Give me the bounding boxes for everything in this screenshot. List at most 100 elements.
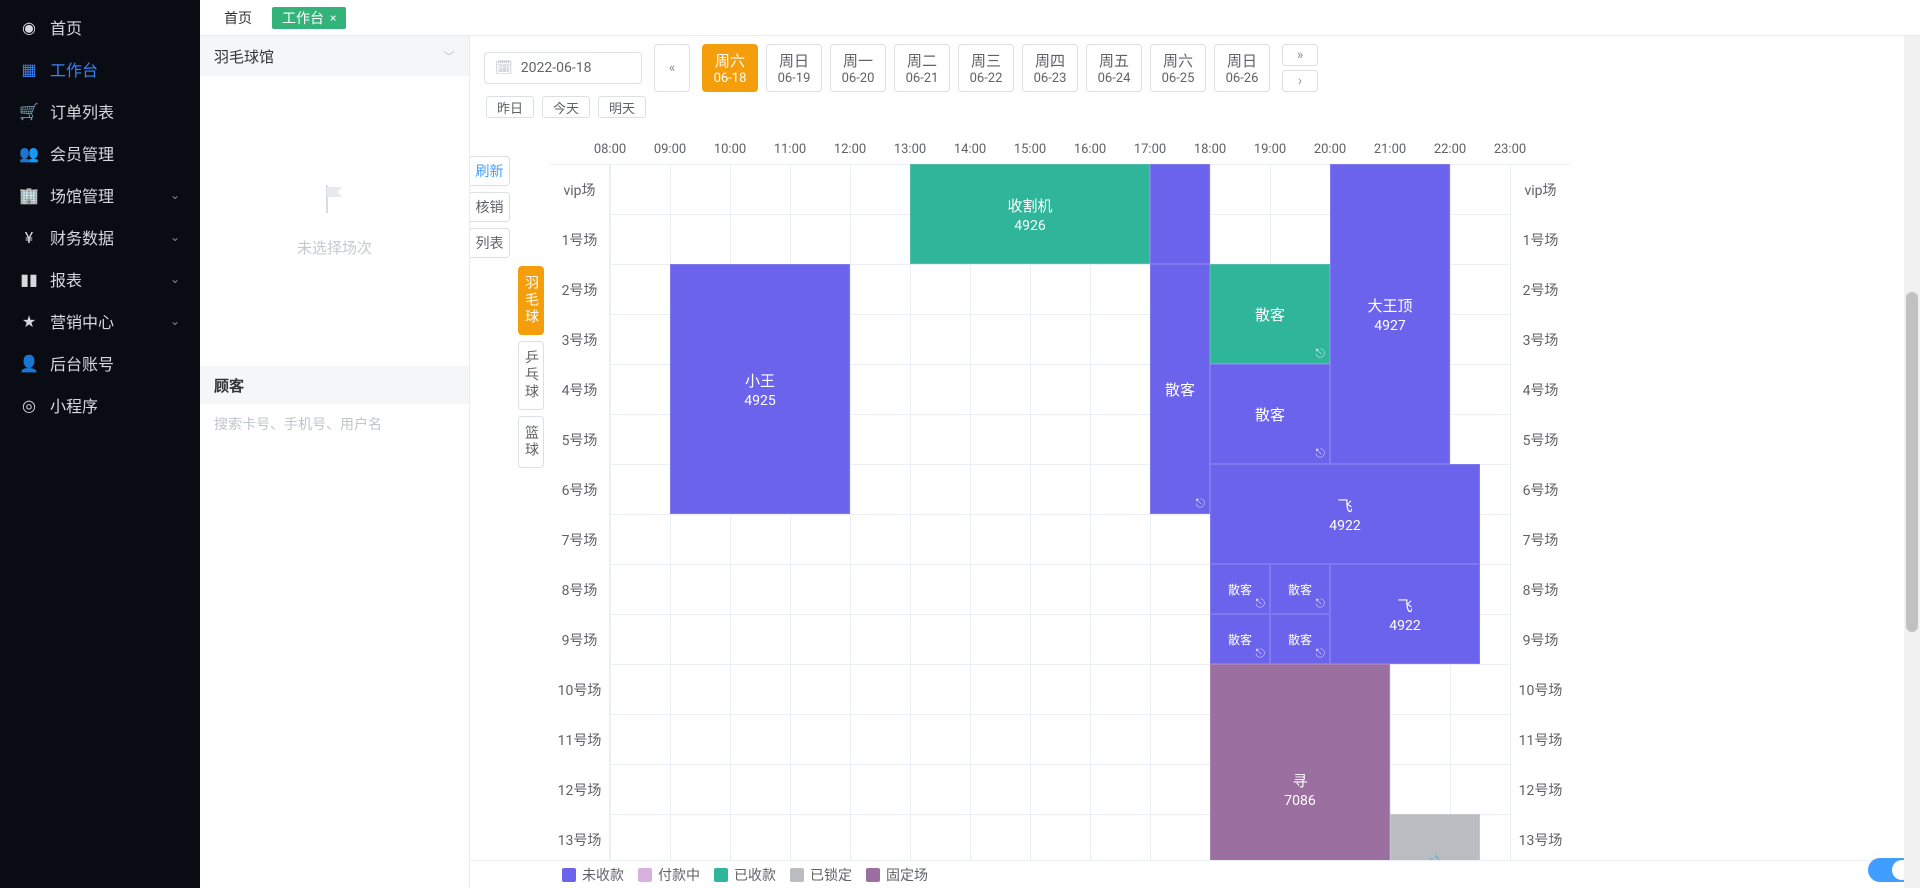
court-label-right: 7号场 xyxy=(1510,515,1570,565)
sport-tab-1[interactable]: 乒乓球 xyxy=(518,341,544,410)
no-selection-text: 未选择场次 xyxy=(297,237,372,258)
time-label: 19:00 xyxy=(1254,142,1286,157)
court-label-left: 3号场 xyxy=(550,315,610,365)
nav-next-day[interactable]: › xyxy=(1282,70,1318,92)
sidebar-item-2[interactable]: 🛒订单列表 xyxy=(0,90,200,132)
side-chip-2[interactable]: 列表 xyxy=(470,228,510,258)
day-date: 06-22 xyxy=(970,71,1003,86)
sidebar-item-7[interactable]: ★营销中心⌄ xyxy=(0,300,200,342)
schedule-grid[interactable]: 08:0009:0010:0011:0012:0013:0014:0015:00… xyxy=(550,136,1920,860)
legend-label: 已锁定 xyxy=(810,865,852,885)
day-dow: 周四 xyxy=(1035,50,1065,71)
tab-label: 工作台 xyxy=(282,8,324,28)
day-dow: 周一 xyxy=(843,50,873,71)
sidebar-item-3[interactable]: 👥会员管理 xyxy=(0,132,200,174)
sidebar-item-4[interactable]: 🏢场馆管理⌄ xyxy=(0,174,200,216)
sidebar-item-1[interactable]: ▦工作台 xyxy=(0,48,200,90)
court-label-right: 11号场 xyxy=(1510,715,1570,765)
day-dow: 周三 xyxy=(971,50,1001,71)
caret-down-icon: ﹀ xyxy=(443,48,455,65)
quick-button-2[interactable]: 明天 xyxy=(598,96,646,118)
booking-block[interactable]: 大王顶4927 xyxy=(1330,164,1450,464)
time-label: 08:00 xyxy=(594,142,626,157)
row-area: vip场vip场1号场1号场2号场2号场3号场3号场4号场4号场5号场5号场6号… xyxy=(550,164,1570,860)
date-input[interactable]: 🗓 2022-06-18 xyxy=(484,52,642,84)
legend-swatch xyxy=(790,868,804,882)
booking-name: 散客 xyxy=(1288,631,1312,648)
chevron-down-icon: ⌄ xyxy=(170,230,180,244)
legend-item: 固定场 xyxy=(866,865,928,885)
court-row[interactable]: 10号场10号场 xyxy=(550,664,1570,714)
day-button-4[interactable]: 周三06-22 xyxy=(958,44,1014,92)
day-button-2[interactable]: 周一06-20 xyxy=(830,44,886,92)
booking-block[interactable]: 飞4922 xyxy=(1210,464,1480,564)
booking-block[interactable]: 散客⎋ xyxy=(1270,614,1330,664)
nav-next-week[interactable]: » xyxy=(1282,44,1318,66)
sidebar-item-label: 营销中心 xyxy=(50,309,114,333)
nav-prev-week[interactable]: « xyxy=(654,44,690,92)
court-label-left: 2号场 xyxy=(550,265,610,315)
sidebar-item-0[interactable]: ◉首页 xyxy=(0,6,200,48)
time-label: 09:00 xyxy=(654,142,686,157)
tab-1[interactable]: 工作台 × xyxy=(272,7,346,29)
day-button-8[interactable]: 周日06-26 xyxy=(1214,44,1270,92)
court-label-right: 8号场 xyxy=(1510,565,1570,615)
day-date: 06-20 xyxy=(842,71,875,86)
booking-block[interactable]: 散客⎋ xyxy=(1210,564,1270,614)
sport-tab-2[interactable]: 篮球 xyxy=(518,416,544,468)
booking-block[interactable]: 散客⎋ xyxy=(1150,264,1210,514)
booking-block[interactable]: 飞4922 xyxy=(1330,564,1480,664)
day-dow: 周五 xyxy=(1099,50,1129,71)
users-icon: 👥 xyxy=(20,144,38,163)
calendar-icon: 🗓 xyxy=(495,60,513,76)
quick-button-0[interactable]: 昨日 xyxy=(486,96,534,118)
court-label-right: 1号场 xyxy=(1510,215,1570,265)
building-icon: 🏢 xyxy=(20,186,38,205)
side-chip-0[interactable]: 刷新 xyxy=(470,156,510,186)
day-button-0[interactable]: 周六06-18 xyxy=(702,44,758,92)
court-label-right: 10号场 xyxy=(1510,665,1570,715)
court-row[interactable]: 11号场11号场 xyxy=(550,714,1570,764)
side-chip-1[interactable]: 核销 xyxy=(470,192,510,222)
venue-select[interactable]: 羽毛球馆 ﹀ xyxy=(200,36,469,76)
day-dow: 周六 xyxy=(715,50,745,71)
day-button-6[interactable]: 周五06-24 xyxy=(1086,44,1142,92)
booking-block[interactable]: 🔒 xyxy=(1390,814,1480,860)
date-value: 2022-06-18 xyxy=(521,60,592,76)
booking-block[interactable]: 收割机4926 xyxy=(910,164,1150,264)
booking-block[interactable]: 散客⎋ xyxy=(1210,264,1330,364)
scrollbar-thumb[interactable] xyxy=(1906,292,1918,633)
sidebar-item-5[interactable]: ¥财务数据⌄ xyxy=(0,216,200,258)
sidebar-item-9[interactable]: ◎小程序 xyxy=(0,384,200,426)
court-label-left: 5号场 xyxy=(550,415,610,465)
court-label-right: 4号场 xyxy=(1510,365,1570,415)
tab-0[interactable]: 首页 xyxy=(214,7,262,29)
booking-block[interactable]: 散客⎋ xyxy=(1270,564,1330,614)
booking-block[interactable]: 散客⎋ xyxy=(1210,614,1270,664)
sidebar-item-8[interactable]: 👤后台账号 xyxy=(0,342,200,384)
lock-icon: 🔒 xyxy=(1424,854,1446,861)
booking-block[interactable]: 寻7086 xyxy=(1210,664,1390,860)
day-button-5[interactable]: 周四06-23 xyxy=(1022,44,1078,92)
booking-block[interactable]: 散客⎋ xyxy=(1210,364,1330,464)
sport-tab-0[interactable]: 羽毛球 xyxy=(518,266,544,335)
left-panel: 羽毛球馆 ﹀ 未选择场次 顾客 xyxy=(200,36,470,888)
booking-block[interactable] xyxy=(1150,164,1210,264)
day-button-1[interactable]: 周日06-19 xyxy=(766,44,822,92)
quick-button-1[interactable]: 今天 xyxy=(542,96,590,118)
sidebar-item-6[interactable]: ▮▮报表⌄ xyxy=(0,258,200,300)
customer-header: 顾客 xyxy=(200,366,469,404)
day-button-3[interactable]: 周二06-21 xyxy=(894,44,950,92)
customer-search xyxy=(200,404,469,446)
star-icon: ★ xyxy=(20,312,38,331)
person-icon: 👤 xyxy=(20,354,38,373)
day-button-7[interactable]: 周六06-25 xyxy=(1150,44,1206,92)
time-label: 18:00 xyxy=(1194,142,1226,157)
booking-block[interactable]: 小王4925 xyxy=(670,264,850,514)
court-row[interactable]: 12号场12号场 xyxy=(550,764,1570,814)
customer-search-input[interactable] xyxy=(214,417,455,433)
scrollbar[interactable] xyxy=(1904,36,1920,888)
close-icon[interactable]: × xyxy=(330,11,336,25)
toolbar: 🗓 2022-06-18 « 周六06-18周日06-19周一06-20周二06… xyxy=(470,36,1920,136)
court-label-left: 1号场 xyxy=(550,215,610,265)
